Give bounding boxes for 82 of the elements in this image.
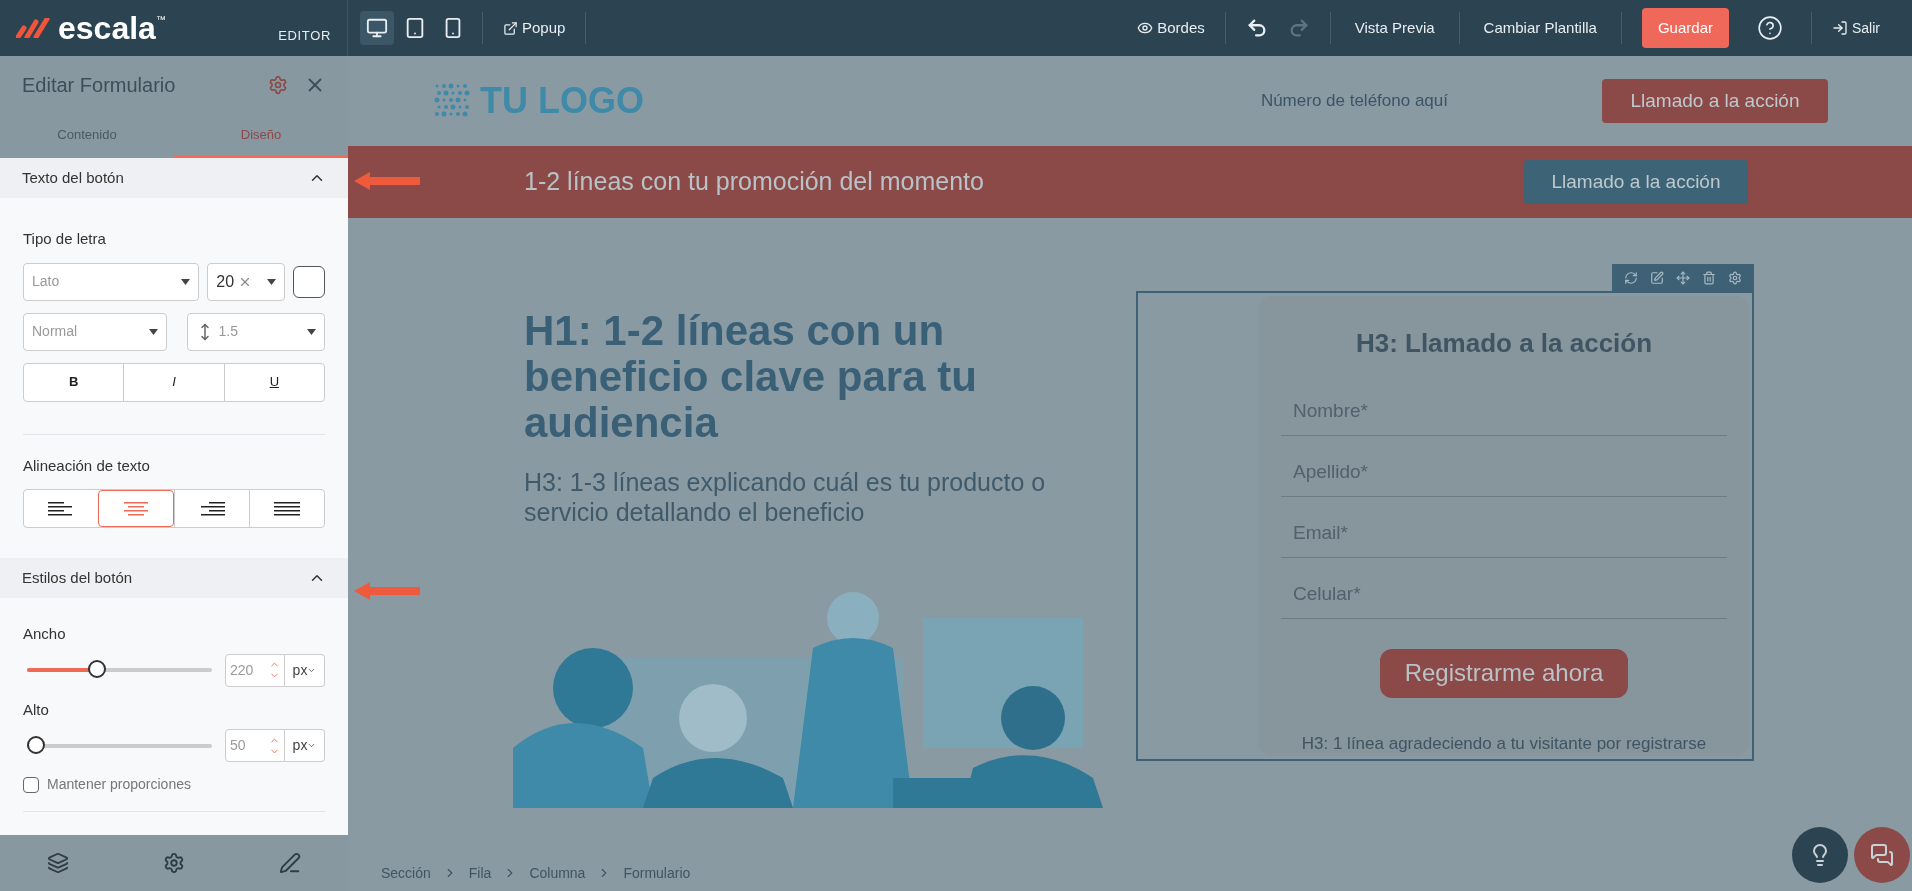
promo-text: 1-2 líneas con tu promoción del momento: [524, 166, 984, 198]
desktop-icon: [366, 17, 388, 39]
phone-text: Número de teléfono aquí: [1260, 90, 1448, 113]
settings-icon[interactable]: [163, 852, 185, 874]
field-label: Alineación de texto: [23, 455, 151, 476]
cta-button[interactable]: Llamado a la acción: [1524, 160, 1748, 204]
breadcrumb-link[interactable]: Formulario: [623, 862, 691, 884]
field-label: Tipo de letra: [23, 229, 107, 249]
font-select[interactable]: Lato: [23, 262, 200, 301]
caret-icon: [149, 328, 159, 335]
settings-icon[interactable]: [268, 74, 288, 95]
exit-icon: [1832, 20, 1848, 36]
brand-logo: escala: [58, 12, 156, 44]
external-link-icon: [503, 20, 518, 36]
line-height-select[interactable]: 1.5: [187, 312, 325, 351]
section-header[interactable]: Estilos del botón: [0, 558, 348, 598]
chat-button[interactable]: [1854, 827, 1910, 883]
caret-icon: [307, 328, 316, 335]
preview-button[interactable]: Vista Previa: [1342, 16, 1447, 40]
change-template-button[interactable]: Cambiar Plantilla: [1471, 16, 1609, 40]
unit-select[interactable]: px: [285, 729, 325, 762]
chat-icon: [1870, 843, 1894, 867]
number-input[interactable]: 220: [225, 653, 285, 687]
edit-icon[interactable]: [1650, 270, 1664, 285]
thanks-text: H3: 1 línea agradeciendo a tu visitante por registrarse: [1301, 732, 1707, 755]
input-field[interactable]: Email*: [1281, 497, 1727, 558]
unit-select[interactable]: px: [285, 653, 325, 687]
color-swatch[interactable]: [293, 265, 325, 298]
pointer-arrow-icon: [354, 171, 420, 191]
editor-label: EDITOR: [278, 27, 331, 46]
tips-button[interactable]: [1792, 827, 1848, 883]
align-icon: [48, 500, 74, 517]
move-icon[interactable]: [1676, 270, 1690, 285]
trademark-mark: ™: [155, 13, 166, 25]
exit-button[interactable]: Salir: [1824, 17, 1888, 39]
logo-mark-icon: [16, 18, 50, 38]
breadcrumb-link[interactable]: Fila: [468, 862, 492, 884]
settings-icon[interactable]: [1728, 270, 1742, 285]
text-style-button[interactable]: I: [123, 363, 224, 401]
eye-icon: [1137, 20, 1154, 36]
align-icon: [274, 500, 300, 517]
checkbox-label: Mantener proporciones: [47, 775, 191, 794]
number-input[interactable]: 50: [225, 729, 285, 762]
subheadline: H3: 1-3 líneas explicando cuál es tu producto o servicio detallando el beneficio: [524, 466, 1047, 527]
field-label: Alto: [23, 699, 50, 720]
cta-button[interactable]: Llamado a la acción: [1602, 79, 1828, 123]
input-field[interactable]: Nombre*: [1281, 375, 1727, 436]
breadcrumb-link[interactable]: Columna: [529, 862, 586, 884]
site-logo: TU LOGO: [480, 79, 644, 123]
caret-icon: [181, 278, 191, 285]
field-label: Ancho: [23, 624, 67, 644]
caret-icon: [307, 741, 317, 750]
caret-icon: [267, 278, 277, 285]
save-button[interactable]: Guardar: [1641, 8, 1729, 48]
breadcrumb-link[interactable]: Sección: [381, 862, 431, 884]
pen-icon[interactable]: [279, 852, 301, 874]
pointer-arrow-icon: [354, 581, 420, 601]
device-button[interactable]: [360, 11, 394, 45]
text-style-button[interactable]: B: [24, 363, 124, 401]
headline: H1: 1-2 líneas con un beneficio clave para tu audiencia: [524, 308, 978, 447]
delete-icon[interactable]: [1702, 270, 1716, 285]
slider-thumb[interactable]: [88, 660, 107, 678]
refresh-icon[interactable]: [1624, 270, 1638, 285]
panel-title: Editar Formulario: [22, 72, 176, 98]
text-style-button[interactable]: U: [223, 363, 324, 401]
checkbox[interactable]: [23, 776, 39, 793]
section-header[interactable]: Texto del botón: [0, 158, 348, 198]
submit-button[interactable]: Registrarme ahora: [1380, 649, 1628, 698]
input-field[interactable]: Apellido*: [1281, 436, 1727, 497]
slider-thumb[interactable]: [27, 735, 46, 754]
layers-icon[interactable]: [47, 852, 69, 874]
input-field[interactable]: Celular*: [1281, 558, 1727, 619]
tablet-icon: [404, 17, 426, 39]
font-size-select[interactable]: 20: [207, 262, 286, 301]
align-icon: [123, 500, 149, 517]
borders-toggle[interactable]: Bordes: [1129, 16, 1213, 40]
form-title: H3: Llamado a la acción: [1355, 327, 1653, 360]
align-icon: [199, 500, 225, 517]
help-icon: [1757, 15, 1783, 41]
panel-tab[interactable]: Contenido: [0, 113, 174, 158]
font-weight-select[interactable]: Normal: [23, 312, 168, 351]
popup-button[interactable]: Popup: [495, 16, 574, 40]
